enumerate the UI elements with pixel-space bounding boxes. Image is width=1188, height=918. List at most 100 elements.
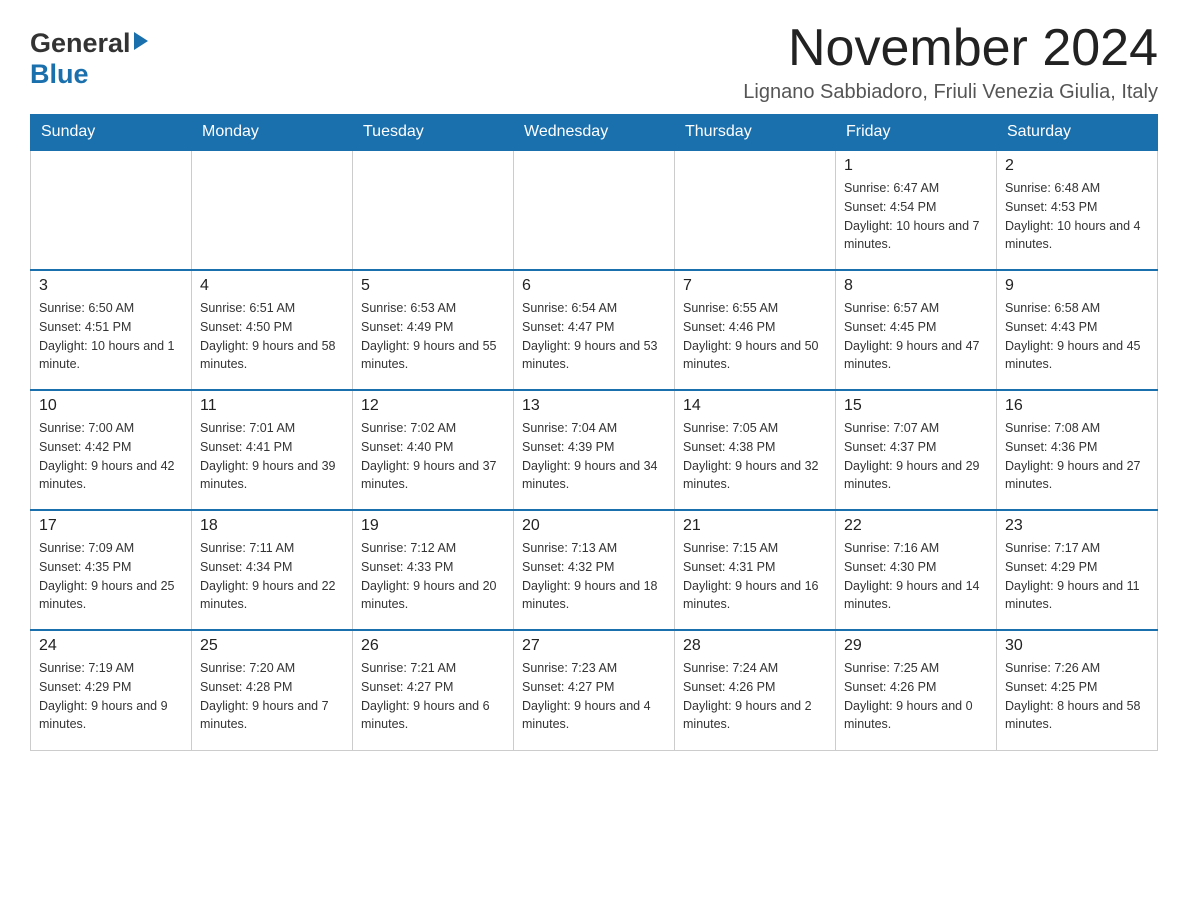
day-info: Sunrise: 7:13 AM Sunset: 4:32 PM Dayligh… [522, 539, 666, 614]
week-row-4: 17 Sunrise: 7:09 AM Sunset: 4:35 PM Dayli… [31, 510, 1158, 630]
day-info: Sunrise: 7:07 AM Sunset: 4:37 PM Dayligh… [844, 419, 988, 494]
day-number: 22 [844, 517, 988, 535]
calendar-cell: 20 Sunrise: 7:13 AM Sunset: 4:32 PM Dayli… [514, 510, 675, 630]
day-number: 12 [361, 397, 505, 415]
weekday-header-tuesday: Tuesday [353, 115, 514, 151]
day-number: 23 [1005, 517, 1149, 535]
day-info: Sunrise: 7:25 AM Sunset: 4:26 PM Dayligh… [844, 659, 988, 734]
calendar-cell [675, 150, 836, 270]
day-number: 20 [522, 517, 666, 535]
day-info: Sunrise: 7:09 AM Sunset: 4:35 PM Dayligh… [39, 539, 183, 614]
day-number: 8 [844, 277, 988, 295]
calendar-cell: 13 Sunrise: 7:04 AM Sunset: 4:39 PM Dayli… [514, 390, 675, 510]
calendar-cell: 25Sunrise: 7:20 AM Sunset: 4:28 PM Dayli… [192, 630, 353, 750]
calendar-cell: 28 Sunrise: 7:24 AM Sunset: 4:26 PM Dayli… [675, 630, 836, 750]
day-info: Sunrise: 7:23 AM Sunset: 4:27 PM Dayligh… [522, 659, 666, 734]
day-number: 27 [522, 637, 666, 655]
day-info: Sunrise: 7:21 AM Sunset: 4:27 PM Dayligh… [361, 659, 505, 734]
day-number: 1 [844, 157, 988, 175]
calendar-cell: 17 Sunrise: 7:09 AM Sunset: 4:35 PM Dayli… [31, 510, 192, 630]
day-info: Sunrise: 6:54 AM Sunset: 4:47 PM Dayligh… [522, 299, 666, 374]
week-row-2: 3 Sunrise: 6:50 AM Sunset: 4:51 PM Daylig… [31, 270, 1158, 390]
day-info: Sunrise: 6:50 AM Sunset: 4:51 PM Dayligh… [39, 299, 183, 374]
day-info: Sunrise: 7:00 AM Sunset: 4:42 PM Dayligh… [39, 419, 183, 494]
weekday-header-saturday: Saturday [997, 115, 1158, 151]
day-info: Sunrise: 7:02 AM Sunset: 4:40 PM Dayligh… [361, 419, 505, 494]
day-number: 29 [844, 637, 988, 655]
calendar-cell: 3 Sunrise: 6:50 AM Sunset: 4:51 PM Daylig… [31, 270, 192, 390]
day-info: Sunrise: 6:58 AM Sunset: 4:43 PM Dayligh… [1005, 299, 1149, 374]
calendar-cell [353, 150, 514, 270]
title-block: November 2024 Lignano Sabbiadoro, Friuli… [743, 20, 1158, 104]
day-number: 28 [683, 637, 827, 655]
day-info: Sunrise: 7:24 AM Sunset: 4:26 PM Dayligh… [683, 659, 827, 734]
day-number: 7 [683, 277, 827, 295]
weekday-header-monday: Monday [192, 115, 353, 151]
calendar-table: SundayMondayTuesdayWednesdayThursdayFrid… [30, 114, 1158, 751]
day-number: 17 [39, 517, 183, 535]
day-info: Sunrise: 6:55 AM Sunset: 4:46 PM Dayligh… [683, 299, 827, 374]
day-info: Sunrise: 6:48 AM Sunset: 4:53 PM Dayligh… [1005, 179, 1149, 254]
calendar-cell: 10 Sunrise: 7:00 AM Sunset: 4:42 PM Dayli… [31, 390, 192, 510]
day-info: Sunrise: 6:53 AM Sunset: 4:49 PM Dayligh… [361, 299, 505, 374]
calendar-cell: 7 Sunrise: 6:55 AM Sunset: 4:46 PM Daylig… [675, 270, 836, 390]
day-number: 5 [361, 277, 505, 295]
calendar-cell: 9 Sunrise: 6:58 AM Sunset: 4:43 PM Daylig… [997, 270, 1158, 390]
calendar-cell: 12 Sunrise: 7:02 AM Sunset: 4:40 PM Dayli… [353, 390, 514, 510]
day-number: 21 [683, 517, 827, 535]
location-subtitle: Lignano Sabbiadoro, Friuli Venezia Giuli… [743, 81, 1158, 104]
week-row-3: 10 Sunrise: 7:00 AM Sunset: 4:42 PM Dayli… [31, 390, 1158, 510]
day-info: Sunrise: 7:04 AM Sunset: 4:39 PM Dayligh… [522, 419, 666, 494]
logo-blue-text: Blue [30, 59, 89, 89]
day-number: 13 [522, 397, 666, 415]
day-info: Sunrise: 7:01 AM Sunset: 4:41 PM Dayligh… [200, 419, 344, 494]
day-number: 10 [39, 397, 183, 415]
calendar-cell: 19Sunrise: 7:12 AM Sunset: 4:33 PM Dayli… [353, 510, 514, 630]
page-header: General Blue November 2024 Lignano Sabbi… [30, 20, 1158, 104]
day-info: Sunrise: 7:16 AM Sunset: 4:30 PM Dayligh… [844, 539, 988, 614]
calendar-cell [31, 150, 192, 270]
weekday-header-sunday: Sunday [31, 115, 192, 151]
week-row-1: 1 Sunrise: 6:47 AM Sunset: 4:54 PM Daylig… [31, 150, 1158, 270]
day-info: Sunrise: 7:05 AM Sunset: 4:38 PM Dayligh… [683, 419, 827, 494]
calendar-cell: 2 Sunrise: 6:48 AM Sunset: 4:53 PM Daylig… [997, 150, 1158, 270]
week-row-5: 24 Sunrise: 7:19 AM Sunset: 4:29 PM Dayli… [31, 630, 1158, 750]
logo-triangle-icon [134, 32, 148, 55]
day-number: 4 [200, 277, 344, 295]
day-number: 18 [200, 517, 344, 535]
day-number: 2 [1005, 157, 1149, 175]
calendar-cell: 30Sunrise: 7:26 AM Sunset: 4:25 PM Dayli… [997, 630, 1158, 750]
weekday-header-thursday: Thursday [675, 115, 836, 151]
day-info: Sunrise: 7:26 AM Sunset: 4:25 PM Dayligh… [1005, 659, 1149, 734]
day-info: Sunrise: 7:11 AM Sunset: 4:34 PM Dayligh… [200, 539, 344, 614]
calendar-cell: 16Sunrise: 7:08 AM Sunset: 4:36 PM Dayli… [997, 390, 1158, 510]
calendar-cell: 4 Sunrise: 6:51 AM Sunset: 4:50 PM Daylig… [192, 270, 353, 390]
day-number: 24 [39, 637, 183, 655]
calendar-cell [514, 150, 675, 270]
day-number: 14 [683, 397, 827, 415]
day-number: 6 [522, 277, 666, 295]
day-info: Sunrise: 7:12 AM Sunset: 4:33 PM Dayligh… [361, 539, 505, 614]
day-info: Sunrise: 7:19 AM Sunset: 4:29 PM Dayligh… [39, 659, 183, 734]
calendar-cell: 24 Sunrise: 7:19 AM Sunset: 4:29 PM Dayli… [31, 630, 192, 750]
calendar-cell: 15 Sunrise: 7:07 AM Sunset: 4:37 PM Dayli… [836, 390, 997, 510]
weekday-header-row: SundayMondayTuesdayWednesdayThursdayFrid… [31, 115, 1158, 151]
calendar-cell: 18 Sunrise: 7:11 AM Sunset: 4:34 PM Dayli… [192, 510, 353, 630]
calendar-cell: 23Sunrise: 7:17 AM Sunset: 4:29 PM Dayli… [997, 510, 1158, 630]
day-info: Sunrise: 6:51 AM Sunset: 4:50 PM Dayligh… [200, 299, 344, 374]
day-info: Sunrise: 7:15 AM Sunset: 4:31 PM Dayligh… [683, 539, 827, 614]
day-info: Sunrise: 7:08 AM Sunset: 4:36 PM Dayligh… [1005, 419, 1149, 494]
day-number: 3 [39, 277, 183, 295]
logo-general-text: General [30, 28, 131, 59]
calendar-cell: 11 Sunrise: 7:01 AM Sunset: 4:41 PM Dayli… [192, 390, 353, 510]
calendar-cell: 27 Sunrise: 7:23 AM Sunset: 4:27 PM Dayli… [514, 630, 675, 750]
calendar-cell: 1 Sunrise: 6:47 AM Sunset: 4:54 PM Daylig… [836, 150, 997, 270]
day-number: 15 [844, 397, 988, 415]
day-number: 11 [200, 397, 344, 415]
day-number: 9 [1005, 277, 1149, 295]
calendar-cell: 8 Sunrise: 6:57 AM Sunset: 4:45 PM Daylig… [836, 270, 997, 390]
weekday-header-wednesday: Wednesday [514, 115, 675, 151]
day-info: Sunrise: 6:47 AM Sunset: 4:54 PM Dayligh… [844, 179, 988, 254]
calendar-cell: 21 Sunrise: 7:15 AM Sunset: 4:31 PM Dayli… [675, 510, 836, 630]
day-info: Sunrise: 6:57 AM Sunset: 4:45 PM Dayligh… [844, 299, 988, 374]
